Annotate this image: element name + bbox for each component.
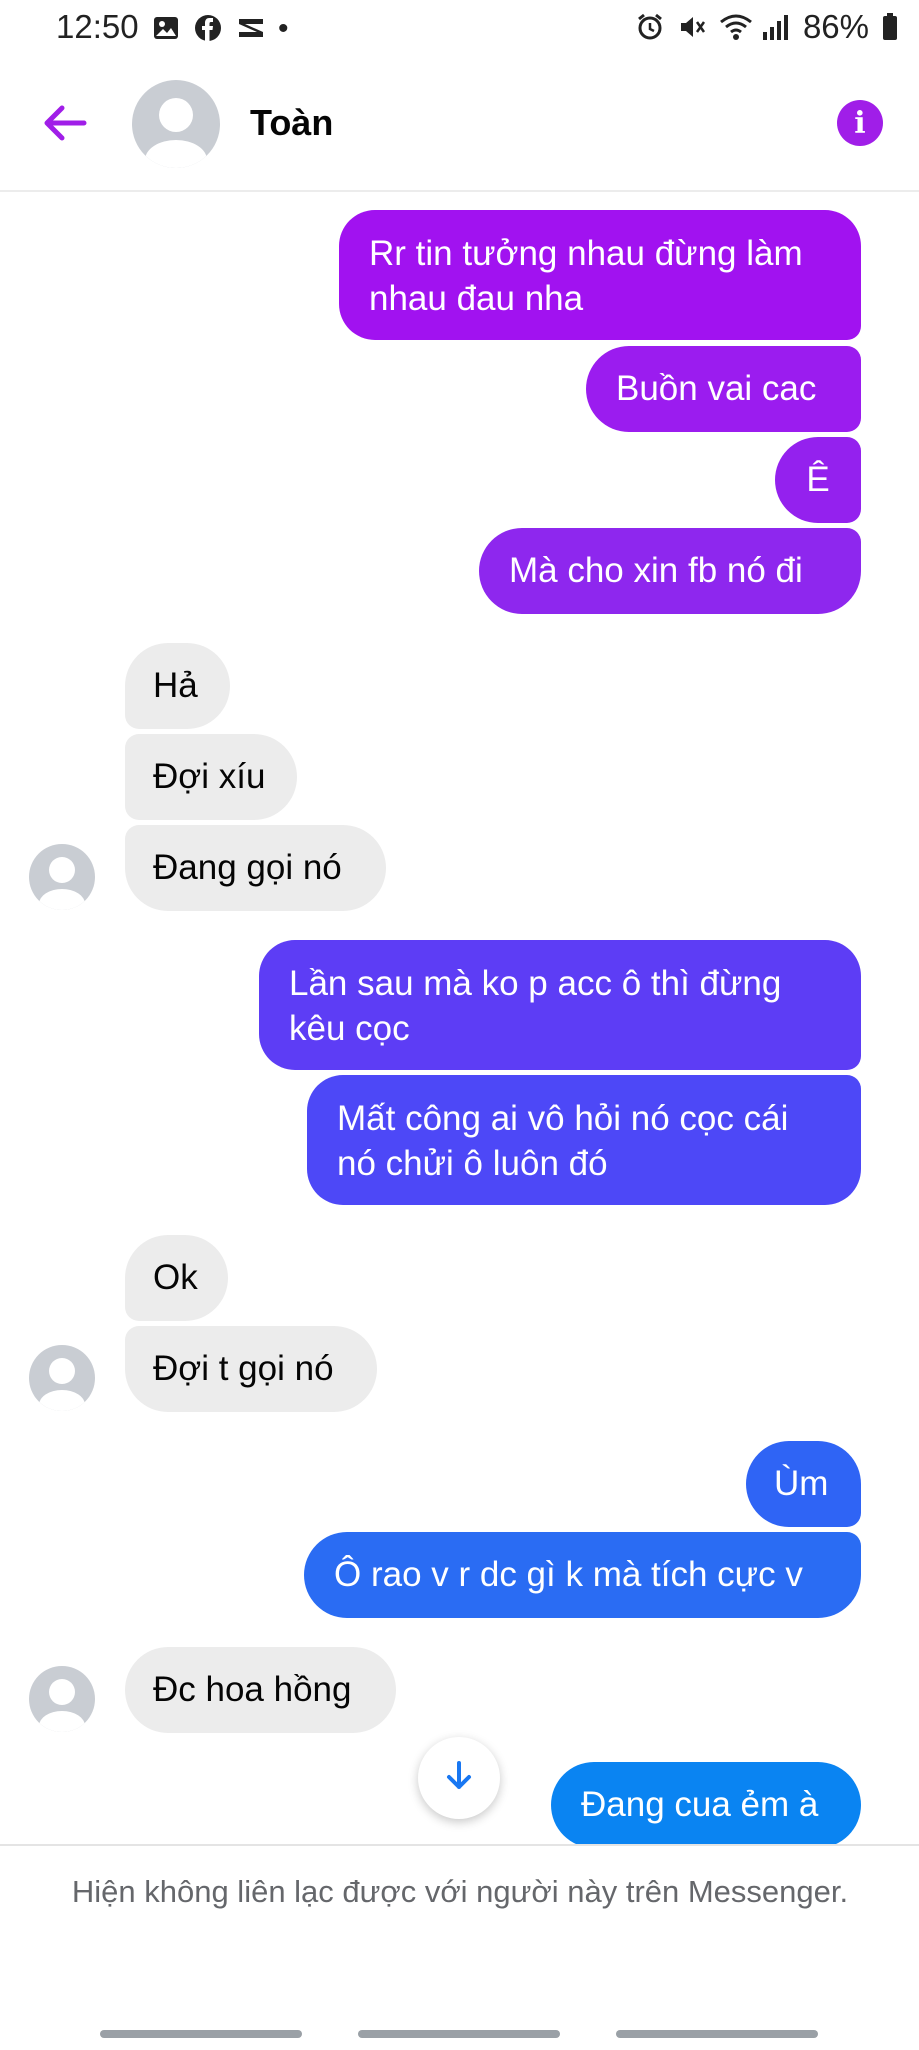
message-bubble[interactable]: Ùm (746, 1441, 861, 1527)
message-bubble[interactable]: Đang gọi nó (125, 825, 386, 911)
conversation-header: Toàn i (0, 60, 919, 192)
info-icon[interactable]: i (837, 100, 883, 146)
message-bubble[interactable]: Ok (125, 1235, 228, 1321)
back-arrow-icon[interactable] (40, 98, 90, 148)
composer-unavailable-footer: Hiện không liên lạc được với người này t… (0, 1844, 919, 2050)
contact-avatar-small[interactable] (29, 844, 95, 910)
contact-avatar-small[interactable] (29, 1666, 95, 1732)
message-bubble[interactable]: Đang cua ẻm à (551, 1762, 861, 1848)
mute-icon (677, 12, 707, 42)
message-bubble[interactable]: Ô rao v r dc gì k mà tích cực v (304, 1532, 861, 1618)
message-bubble[interactable]: Đợi t gọi nó (125, 1326, 377, 1412)
message-bubble[interactable]: Đợi xíu (125, 734, 297, 820)
wifi-icon (719, 12, 752, 42)
nav-bar-left[interactable] (100, 2030, 302, 2038)
message-bubble[interactable]: Rr tin tưởng nhau đừng làm nhau đau nha (339, 210, 861, 340)
contact-avatar-small[interactable] (29, 1345, 95, 1411)
message-bubble[interactable]: Đc hoa hồng (125, 1647, 396, 1733)
unavailable-notice: Hiện không liên lạc được với người này t… (71, 1874, 849, 1909)
status-time: 12:50 (56, 8, 139, 45)
gallery-icon (152, 14, 182, 44)
dot-icon: • (278, 12, 289, 45)
scroll-to-bottom-button[interactable] (418, 1737, 500, 1819)
signal-icon (761, 12, 791, 42)
message-bubble[interactable]: Mất công ai vô hỏi nó cọc cái nó chửi ô … (307, 1075, 861, 1205)
nav-bar-right[interactable] (616, 2030, 818, 2038)
battery-percent: 86% (802, 8, 869, 45)
alarm-icon (635, 12, 665, 42)
message-bubble[interactable]: Buồn vai cac (586, 346, 861, 432)
message-bubble[interactable]: Lần sau mà ko p acc ô thì đừng kêu cọc (259, 940, 861, 1070)
status-bar: 12:50 • 86% (0, 0, 919, 60)
battery-icon (881, 12, 899, 42)
message-bubble[interactable]: Ê (775, 437, 861, 523)
contact-name[interactable]: Toàn (250, 102, 333, 144)
nav-bar-home[interactable] (358, 2030, 560, 2038)
message-bubble[interactable]: Mà cho xin fb nó đi (479, 528, 861, 614)
facebook-icon (194, 14, 224, 44)
capcut-icon (236, 14, 266, 44)
contact-avatar[interactable] (132, 80, 220, 168)
message-bubble[interactable]: Hả (125, 643, 230, 729)
arrow-down-icon (442, 1759, 476, 1798)
